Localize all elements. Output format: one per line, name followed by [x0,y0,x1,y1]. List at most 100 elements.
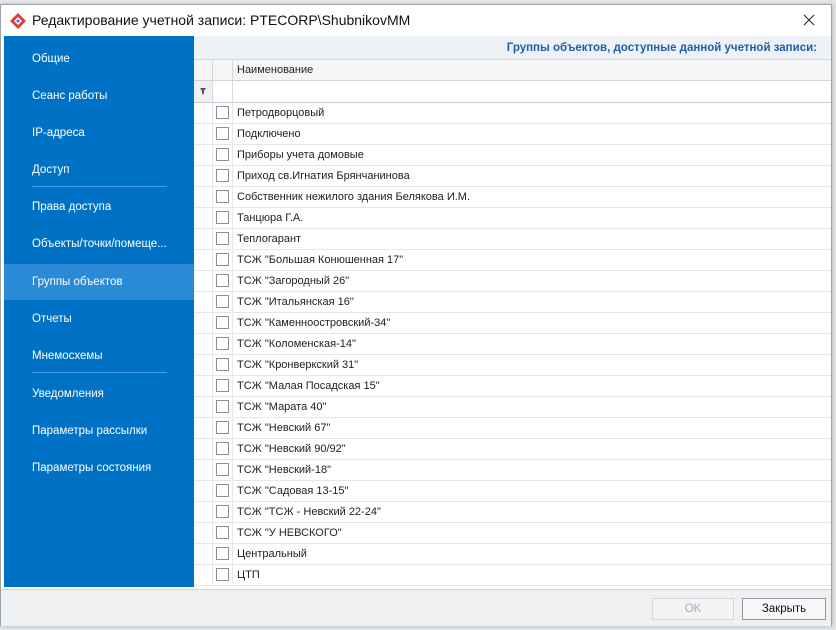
table-row[interactable]: Петродворцовый [194,103,831,124]
row-checkbox[interactable] [216,106,229,119]
sidebar-item-general[interactable]: Общие [4,41,194,77]
grid-filter-row[interactable] [194,81,831,103]
table-row[interactable]: Подключено [194,124,831,145]
row-name: ТСЖ "Малая Посадская 15" [237,380,380,392]
row-indicator-header [194,60,213,80]
table-row[interactable]: ТСЖ "Каменноостровский-34" [194,313,831,334]
table-row[interactable]: ТСЖ "Марата 40" [194,397,831,418]
table-row[interactable]: ТСЖ "Итальянская 16" [194,292,831,313]
row-checkbox[interactable] [216,337,229,350]
sidebar-item-object-groups[interactable]: Группы объектов [4,264,194,300]
close-button[interactable]: Закрыть [742,598,826,620]
row-checkbox[interactable] [216,316,229,329]
row-indicator [194,439,213,460]
row-name: Приборы учета домовые [237,149,364,161]
row-name: Собственник нежилого здания Белякова И.М… [237,191,470,203]
table-row[interactable]: Приход св.Игнатия Брянчанинова [194,166,831,187]
table-row[interactable]: ТСЖ "Загородный 26" [194,271,831,292]
table-row[interactable]: ТСЖ "Невский-18" [194,460,831,481]
sidebar-item-objects[interactable]: Объекты/точки/помеще... [4,226,194,262]
cell-divider [232,145,233,166]
row-checkbox[interactable] [216,253,229,266]
cell-divider [232,439,233,460]
table-row[interactable]: Собственник нежилого здания Белякова И.М… [194,187,831,208]
sidebar-item-state-params[interactable]: Параметры состояния [4,450,194,486]
row-indicator [194,313,213,334]
row-indicator [194,334,213,355]
cell-divider [232,103,233,124]
row-checkbox[interactable] [216,484,229,497]
cell-divider [232,460,233,481]
column-header-name[interactable]: Наименование [237,64,313,76]
row-checkbox[interactable] [216,505,229,518]
row-checkbox[interactable] [216,568,229,581]
sidebar-item-access[interactable]: Доступ [4,152,194,188]
edit-account-dialog: Редактирование учетной записи: PTECORP\S… [0,4,832,626]
sidebar-item-notifications[interactable]: Уведомления [4,376,194,412]
sidebar-item-label: Мнемосхемы [32,350,103,362]
sidebar-item-mailing-params[interactable]: Параметры рассылки [4,413,194,449]
row-indicator [194,418,213,439]
sidebar-item-label: Права доступа [32,201,112,213]
row-checkbox[interactable] [216,526,229,539]
row-checkbox[interactable] [216,148,229,161]
ok-button[interactable]: OK [652,598,734,620]
sidebar-item-ip-addresses[interactable]: IP-адреса [4,115,194,151]
table-row[interactable]: ТСЖ "Малая Посадская 15" [194,376,831,397]
sidebar-item-label: Отчеты [32,313,72,325]
row-checkbox[interactable] [216,232,229,245]
cell-divider [232,523,233,544]
table-row[interactable]: ТСЖ "Большая Конюшенная 17" [194,250,831,271]
table-row[interactable]: Танцюра Г.А. [194,208,831,229]
cell-divider [232,502,233,523]
cell-divider [232,334,233,355]
table-row[interactable]: ТСЖ "Невский 67" [194,418,831,439]
filter-checkbox-cell[interactable] [212,81,233,102]
row-checkbox[interactable] [216,274,229,287]
filter-row-indicator [194,81,213,102]
row-name: ТСЖ "Итальянская 16" [237,296,354,308]
row-checkbox[interactable] [216,211,229,224]
sidebar-item-session[interactable]: Сеанс работы [4,78,194,114]
row-checkbox[interactable] [216,421,229,434]
row-checkbox[interactable] [216,442,229,455]
row-name: ТСЖ "Невский 67" [237,422,331,434]
row-checkbox[interactable] [216,358,229,371]
sidebar-item-mnemonic-schemes[interactable]: Мнемосхемы [4,338,194,374]
cell-divider [232,166,233,187]
table-row[interactable]: ТСЖ "Невский 90/92" [194,439,831,460]
table-row[interactable]: Приборы учета домовые [194,145,831,166]
table-row[interactable]: Центральный [194,544,831,565]
row-name: ТСЖ "Каменноостровский-34" [237,317,391,329]
sidebar-item-reports[interactable]: Отчеты [4,301,194,337]
sidebar-divider [32,372,167,373]
row-checkbox[interactable] [216,190,229,203]
row-checkbox[interactable] [216,169,229,182]
object-groups-panel: Группы объектов, доступные данной учетно… [194,36,831,589]
table-row[interactable]: ТСЖ "У НЕВСКОГО" [194,523,831,544]
row-name: Подключено [237,128,301,140]
table-row[interactable]: Теплогарант [194,229,831,250]
row-indicator [194,565,213,586]
row-indicator [194,460,213,481]
close-window-button[interactable] [787,5,831,35]
filter-pin-icon [200,87,206,95]
row-checkbox[interactable] [216,463,229,476]
row-name: Петродворцовый [237,107,325,119]
row-name: ТСЖ "У НЕВСКОГО" [237,527,342,539]
row-checkbox[interactable] [216,379,229,392]
row-checkbox[interactable] [216,400,229,413]
table-row[interactable]: ТСЖ "ТСЖ - Невский 22-24" [194,502,831,523]
row-checkbox[interactable] [216,127,229,140]
table-row[interactable]: ТСЖ "Коломенская-14" [194,334,831,355]
row-checkbox[interactable] [216,295,229,308]
row-checkbox[interactable] [216,547,229,560]
cell-divider [232,292,233,313]
sidebar-item-label: Параметры рассылки [32,425,148,437]
table-row[interactable]: ТСЖ "Кронверкский 31" [194,355,831,376]
table-row[interactable]: ТСЖ "Садовая 13-15" [194,481,831,502]
table-row[interactable]: ЦТП [194,565,831,586]
sidebar-item-label: Доступ [32,164,70,176]
sidebar-item-access-rights[interactable]: Права доступа [4,189,194,225]
checkbox-column-header[interactable] [212,60,233,80]
